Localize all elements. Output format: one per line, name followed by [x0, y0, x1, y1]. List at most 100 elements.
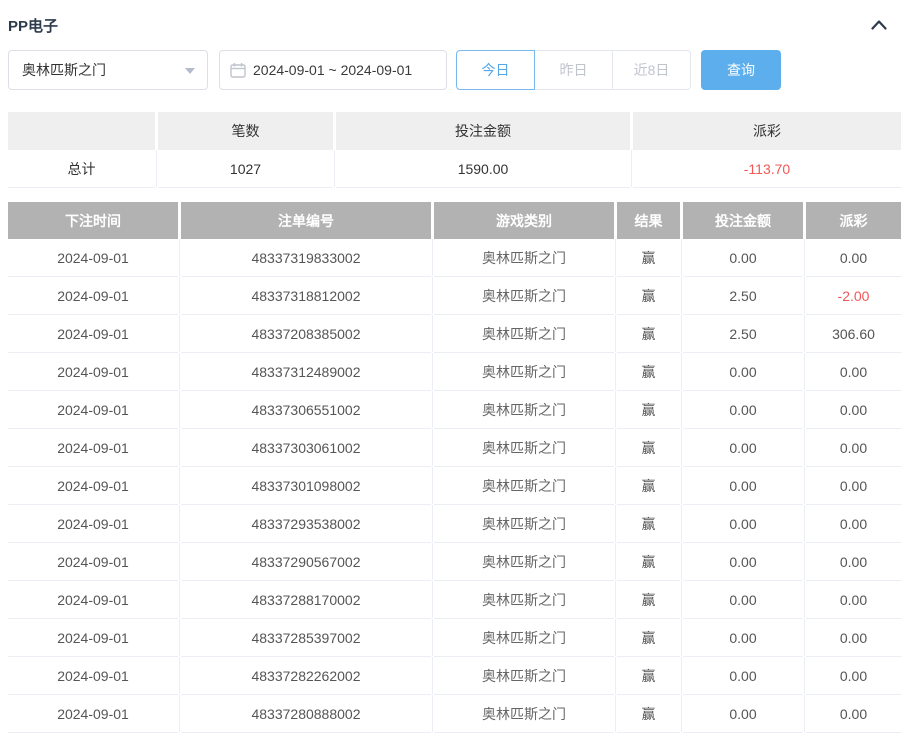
cell-payout: 0.00 — [804, 695, 901, 733]
table-row: 2024-09-01 48337288170002 奥林匹斯之门 赢 0.00 … — [8, 581, 901, 619]
page-title: PP电子 — [8, 17, 59, 35]
cell-bet-amount: 0.00 — [681, 467, 803, 505]
cell-bet-time: 2024-09-01 — [8, 619, 178, 657]
cell-game-type: 奥林匹斯之门 — [432, 657, 614, 695]
cell-game-type: 奥林匹斯之门 — [432, 429, 614, 467]
cell-bet-time: 2024-09-01 — [8, 239, 178, 277]
cell-order-id: 48337290567002 — [179, 543, 431, 581]
bets-header-bet-amount: 投注金额 — [683, 202, 803, 239]
summary-total-bet-amount: 1590.00 — [334, 150, 630, 188]
table-row: 2024-09-01 48337280888002 奥林匹斯之门 赢 0.00 … — [8, 695, 901, 733]
cell-bet-amount: 0.00 — [681, 581, 803, 619]
range-button-last8days[interactable]: 近8日 — [612, 50, 691, 90]
cell-result: 赢 — [615, 467, 680, 505]
table-row: 2024-09-01 48337282262002 奥林匹斯之门 赢 0.00 … — [8, 657, 901, 695]
summary-total-label: 总计 — [8, 150, 155, 188]
panel-header: PP电子 — [8, 8, 901, 50]
cell-game-type: 奥林匹斯之门 — [432, 695, 614, 733]
cell-result: 赢 — [615, 429, 680, 467]
bets-header-payout: 派彩 — [806, 202, 901, 239]
table-row: 2024-09-01 48337312489002 奥林匹斯之门 赢 0.00 … — [8, 353, 901, 391]
cell-bet-amount: 2.50 — [681, 315, 803, 353]
summary-header-bet-amount: 投注金额 — [336, 112, 630, 150]
table-row: 2024-09-01 48337290567002 奥林匹斯之门 赢 0.00 … — [8, 543, 901, 581]
cell-game-type: 奥林匹斯之门 — [432, 619, 614, 657]
cell-order-id: 48337208385002 — [179, 315, 431, 353]
bets-header-row: 下注时间 注单编号 游戏类别 结果 投注金额 派彩 — [8, 202, 901, 239]
cell-bet-time: 2024-09-01 — [8, 429, 178, 467]
summary-table: 笔数 投注金额 派彩 总计 1027 1590.00 -113.70 — [8, 112, 901, 188]
cell-game-type: 奥林匹斯之门 — [432, 467, 614, 505]
bets-header-order-id: 注单编号 — [181, 202, 431, 239]
cell-order-id: 48337285397002 — [179, 619, 431, 657]
cell-order-id: 48337312489002 — [179, 353, 431, 391]
caret-down-icon — [185, 68, 195, 74]
cell-bet-amount: 0.00 — [681, 391, 803, 429]
cell-payout: 0.00 — [804, 353, 901, 391]
table-row: 2024-09-01 48337208385002 奥林匹斯之门 赢 2.50 … — [8, 315, 901, 353]
cell-game-type: 奥林匹斯之门 — [432, 391, 614, 429]
cell-bet-time: 2024-09-01 — [8, 695, 178, 733]
cell-result: 赢 — [615, 315, 680, 353]
cell-payout: 0.00 — [804, 467, 901, 505]
cell-bet-amount: 0.00 — [681, 429, 803, 467]
cell-order-id: 48337303061002 — [179, 429, 431, 467]
cell-game-type: 奥林匹斯之门 — [432, 239, 614, 277]
range-button-yesterday[interactable]: 昨日 — [534, 50, 613, 90]
cell-result: 赢 — [615, 353, 680, 391]
table-row: 2024-09-01 48337301098002 奥林匹斯之门 赢 0.00 … — [8, 467, 901, 505]
game-select-value: 奥林匹斯之门 — [22, 62, 106, 78]
cell-payout: 0.00 — [804, 429, 901, 467]
cell-payout: 0.00 — [804, 581, 901, 619]
date-range-input[interactable]: 2024-09-01 ~ 2024-09-01 — [219, 50, 447, 90]
range-button-today[interactable]: 今日 — [456, 50, 535, 90]
cell-result: 赢 — [615, 543, 680, 581]
cell-bet-time: 2024-09-01 — [8, 467, 178, 505]
table-row: 2024-09-01 48337293538002 奥林匹斯之门 赢 0.00 … — [8, 505, 901, 543]
game-select[interactable]: 奥林匹斯之门 — [8, 50, 208, 90]
collapse-panel-button[interactable] — [865, 14, 893, 36]
chevron-up-icon — [871, 20, 887, 30]
cell-result: 赢 — [615, 581, 680, 619]
cell-result: 赢 — [615, 505, 680, 543]
cell-bet-time: 2024-09-01 — [8, 353, 178, 391]
cell-bet-time: 2024-09-01 — [8, 391, 178, 429]
cell-bet-time: 2024-09-01 — [8, 315, 178, 353]
summary-total-payout: -113.70 — [631, 150, 901, 188]
cell-payout: 0.00 — [804, 657, 901, 695]
cell-result: 赢 — [615, 277, 680, 315]
cell-result: 赢 — [615, 657, 680, 695]
cell-payout: 0.00 — [804, 619, 901, 657]
cell-payout: 0.00 — [804, 543, 901, 581]
cell-payout: 0.00 — [804, 505, 901, 543]
cell-order-id: 48337282262002 — [179, 657, 431, 695]
cell-game-type: 奥林匹斯之门 — [432, 353, 614, 391]
pp-electronics-panel: PP电子 奥林匹斯之门 2024-09-01 ~ 2024-09-01 今日 昨… — [0, 0, 909, 738]
table-row: 2024-09-01 48337303061002 奥林匹斯之门 赢 0.00 … — [8, 429, 901, 467]
cell-game-type: 奥林匹斯之门 — [432, 543, 614, 581]
table-row: 2024-09-01 48337319833002 奥林匹斯之门 赢 0.00 … — [8, 239, 901, 277]
cell-payout: 0.00 — [804, 391, 901, 429]
cell-bet-amount: 0.00 — [681, 657, 803, 695]
bets-header-result: 结果 — [617, 202, 680, 239]
summary-header-row: 笔数 投注金额 派彩 — [8, 112, 901, 150]
cell-bet-time: 2024-09-01 — [8, 581, 178, 619]
cell-result: 赢 — [615, 391, 680, 429]
cell-bet-amount: 0.00 — [681, 239, 803, 277]
table-row: 2024-09-01 48337306551002 奥林匹斯之门 赢 0.00 … — [8, 391, 901, 429]
table-row: 2024-09-01 48337285397002 奥林匹斯之门 赢 0.00 … — [8, 619, 901, 657]
cell-payout: 0.00 — [804, 239, 901, 277]
summary-header-payout: 派彩 — [633, 112, 901, 150]
cell-bet-amount: 0.00 — [681, 695, 803, 733]
cell-order-id: 48337318812002 — [179, 277, 431, 315]
summary-header-count: 笔数 — [158, 112, 333, 150]
cell-bet-time: 2024-09-01 — [8, 543, 178, 581]
cell-order-id: 48337319833002 — [179, 239, 431, 277]
cell-result: 赢 — [615, 239, 680, 277]
query-button[interactable]: 查询 — [701, 50, 781, 90]
cell-bet-amount: 0.00 — [681, 619, 803, 657]
cell-bet-amount: 0.00 — [681, 543, 803, 581]
cell-bet-time: 2024-09-01 — [8, 657, 178, 695]
cell-order-id: 48337306551002 — [179, 391, 431, 429]
cell-bet-time: 2024-09-01 — [8, 277, 178, 315]
